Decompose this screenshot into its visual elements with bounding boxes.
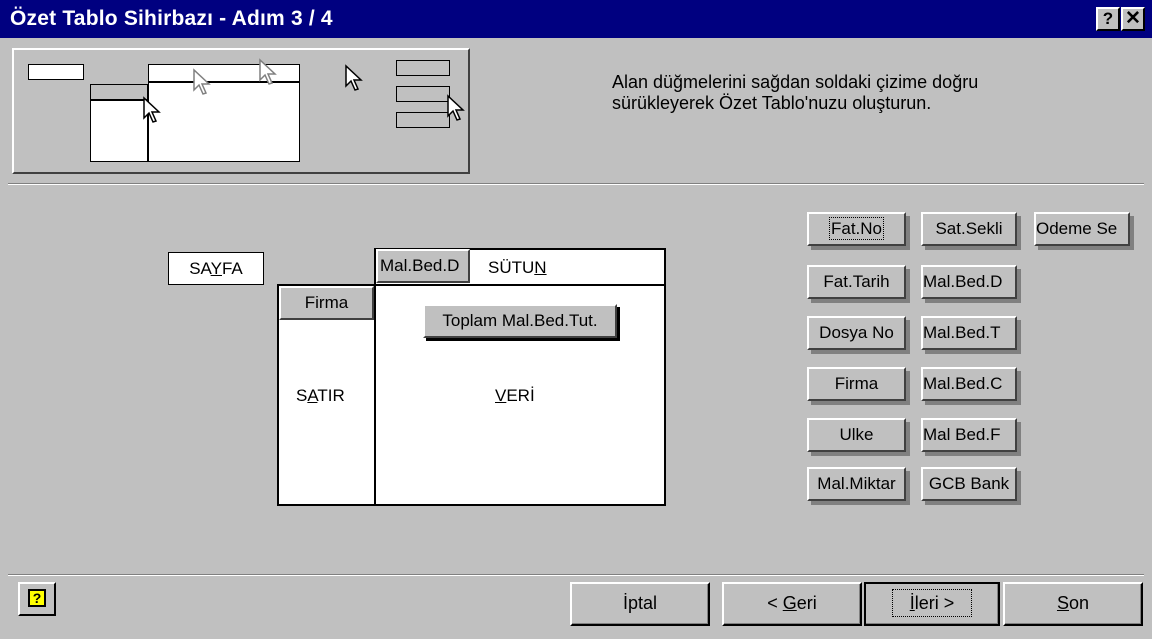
finish-button-label: on [1068,593,1090,613]
preview-data-box [148,82,300,162]
instructions-text: Alan düğmelerini sağdan soldaki çizime d… [612,72,979,113]
divider [8,574,1144,576]
field-button-dosya-no[interactable]: Dosya No [807,316,906,350]
field-button-label: Mal Bed.F [923,425,1001,444]
column-field-mal-bed-d[interactable]: Mal.Bed.D [376,249,470,283]
page-area[interactable]: SAYFA [168,252,264,285]
help-icon: ? [28,589,46,607]
field-button-odeme-se[interactable]: Odeme Se [1034,212,1130,246]
data-area-label-accel: V [495,386,507,405]
data-area-label: VERİ [495,386,535,406]
pivot-table-wizard-dialog: Özet Tablo Sihirbazı - Adım 3 / 4 ? ✕ Al… [0,0,1152,639]
next-button-label-text: leri > [914,593,955,613]
close-icon: ✕ [1125,8,1141,29]
page-area-label: SA [189,259,211,278]
field-button-mal-bed-d[interactable]: Mal.Bed.D [921,265,1017,299]
preview-row-field [90,84,148,100]
preview-field-3 [396,112,450,128]
back-button-label: eri [796,593,817,613]
field-button-label: Fat.No [828,217,885,240]
field-button-label: Fat.Tarih [823,272,890,291]
wizard-preview-illustration [12,48,470,174]
field-button-mal-bed-t[interactable]: Mal.Bed.T [921,316,1017,350]
column-area-label: SÜTUN [488,258,547,278]
field-button-label: Dosya No [819,323,894,342]
title-help-button[interactable]: ? [1096,7,1120,31]
preview-field-1 [396,60,450,76]
divider [8,183,1144,185]
field-button-label: Mal.Bed.D [923,272,1003,291]
pointer-cursor-icon [345,64,363,91]
next-button[interactable]: İleri > [864,582,1000,626]
help-button[interactable]: ? [18,582,56,616]
page-area-label-accel: Y [210,259,222,278]
column-area-label-text: SÜTU [488,258,535,277]
field-button-firma[interactable]: Firma [807,367,906,401]
data-area-label-text: ERİ [506,386,535,405]
field-button-label: Mal.Bed.T [923,323,1001,342]
cancel-button[interactable]: İptal [570,582,710,626]
row-area-label-accel: A [307,386,318,405]
cancel-button-label: İptal [622,593,658,613]
field-button-label: Odeme Se [1036,219,1118,238]
next-button-label: İleri > [891,589,973,617]
field-button-ulke[interactable]: Ulke [807,418,906,452]
pointer-cursor-icon [143,96,161,123]
title-close-button[interactable]: ✕ [1121,7,1145,31]
back-button[interactable]: < Geri [722,582,862,626]
preview-field-2 [396,86,450,102]
page-area-label-rest: FA [221,259,243,278]
back-button-label-pre: < [767,593,783,613]
back-button-accel: G [782,593,797,613]
field-button-label: Mal.Miktar [817,474,896,493]
row-area-label-rest: TIR [317,386,345,405]
pointer-cursor-icon [193,68,211,95]
field-button-mal-bed-c[interactable]: Mal.Bed.C [921,367,1017,401]
pointer-cursor-icon [259,58,277,85]
pointer-cursor-icon [447,94,465,121]
column-area-label-accel: N [534,258,547,277]
help-icon: ? [1102,9,1114,28]
window-title: Özet Tablo Sihirbazı - Adım 3 / 4 [10,7,333,30]
field-button-sat-sekli[interactable]: Sat.Sekli [921,212,1017,246]
field-button-mal-bed-f[interactable]: Mal Bed.F [921,418,1017,452]
finish-button[interactable]: Son [1003,582,1143,626]
field-button-label: Ulke [839,425,874,444]
field-button-fat-no[interactable]: Fat.No [807,212,906,246]
field-button-label: Mal.Bed.C [923,374,1003,393]
field-button-label: Sat.Sekli [935,219,1003,238]
field-button-label: GCB Bank [928,474,1010,493]
title-bar[interactable]: Özet Tablo Sihirbazı - Adım 3 / 4 [0,0,1152,38]
finish-button-accel: S [1056,593,1069,613]
row-area-label: SATIR [296,386,345,406]
field-button-fat-tarih[interactable]: Fat.Tarih [807,265,906,299]
data-field-toplam-mal-bed-tut[interactable]: Toplam Mal.Bed.Tut. [423,304,617,338]
preview-page-box [28,64,84,80]
field-button-mal-miktar[interactable]: Mal.Miktar [807,467,906,501]
preview-row-box [90,100,148,162]
row-area-label-text: S [296,386,308,405]
field-button-gcb-bank[interactable]: GCB Bank [921,467,1017,501]
row-field-firma[interactable]: Firma [279,286,374,320]
field-button-label: Firma [834,374,879,393]
